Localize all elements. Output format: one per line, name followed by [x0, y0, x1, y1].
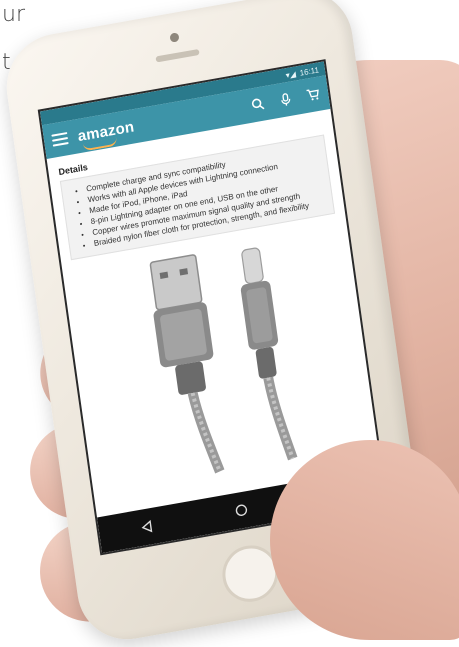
thumb — [270, 440, 459, 640]
product-content: Details Complete charge and sync compati… — [47, 109, 380, 506]
cart-icon[interactable] — [305, 87, 321, 103]
home-icon[interactable] — [234, 502, 250, 518]
search-icon[interactable] — [250, 96, 266, 112]
usb-connector — [146, 254, 218, 398]
status-time: 16:11 — [299, 65, 319, 77]
back-icon[interactable] — [139, 519, 155, 535]
lightning-connector — [235, 246, 283, 380]
corner-text-top: ur — [2, 2, 25, 27]
menu-icon[interactable] — [51, 132, 68, 147]
microphone-icon[interactable] — [278, 91, 294, 107]
signal-icon: ▾◢ — [285, 69, 296, 80]
amazon-logo[interactable]: amazon — [77, 118, 136, 145]
